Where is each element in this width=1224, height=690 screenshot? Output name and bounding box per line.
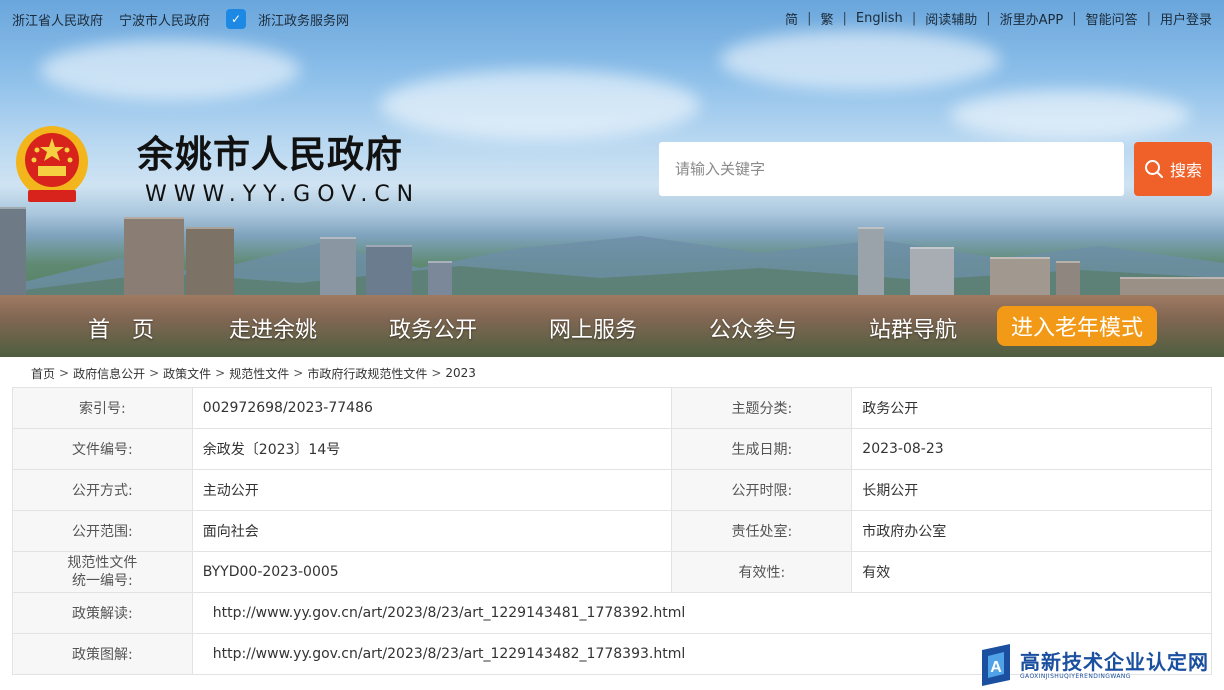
breadcrumb-separator: > <box>215 366 226 380</box>
label-index-no: 索引号: <box>12 387 193 429</box>
cloud <box>950 90 1190 140</box>
table-row: 公开方式: 主动公开 公开时限: 长期公开 <box>12 469 1212 511</box>
site-url: WWW.YY.GOV.CN <box>145 182 421 207</box>
search-button-label: 搜索 <box>1169 161 1202 180</box>
breadcrumb-home[interactable]: 首页 <box>31 365 55 382</box>
value-validity: 有效 <box>851 551 1212 593</box>
link-ningbo-gov[interactable]: 宁波市人民政府 <box>119 10 210 29</box>
divider: | <box>1072 11 1077 26</box>
link-zw-service[interactable]: 浙江政务服务网 <box>258 10 349 29</box>
breadcrumb-policy-docs[interactable]: 政策文件 <box>163 365 211 382</box>
national-emblem-icon <box>16 126 88 202</box>
label-unified-number-line2: 统一编号: <box>72 573 133 589</box>
label-disclosure-scope: 公开范围: <box>12 510 193 552</box>
breadcrumb-year[interactable]: 2023 <box>445 366 476 380</box>
link-smart-qa[interactable]: 智能问答 <box>1086 9 1138 28</box>
link-traditional[interactable]: 繁 <box>820 9 833 28</box>
link-user-login[interactable]: 用户登录 <box>1160 9 1212 28</box>
elder-mode-button[interactable]: 进入老年模式 <box>997 306 1157 346</box>
nav-site-navigation[interactable]: 站群导航 <box>869 312 957 344</box>
table-row: 索引号: 002972698/2023-77486 主题分类: 政务公开 <box>12 387 1212 429</box>
link-zheliban-app[interactable]: 浙里办APP <box>1000 9 1064 28</box>
label-disclosure-method: 公开方式: <box>12 469 193 511</box>
watermark-pinyin: GAOXINJISHUQIYERENDINGWANG <box>1020 672 1131 680</box>
label-validity: 有效性: <box>671 551 853 593</box>
breadcrumb-separator: > <box>431 366 442 380</box>
value-created-date: 2023-08-23 <box>851 428 1212 470</box>
nav-gov-affairs[interactable]: 政务公开 <box>389 312 477 344</box>
top-bar: 浙江省人民政府 宁波市人民政府 ✓ 浙江政务服务网 简 | 繁 | Englis… <box>0 0 1224 36</box>
breadcrumb-gov-info[interactable]: 政府信息公开 <box>73 365 145 382</box>
search-icon <box>1144 160 1163 178</box>
breadcrumb-separator: > <box>293 366 304 380</box>
label-unified-number: 规范性文件 统一编号: <box>12 551 193 593</box>
breadcrumb: 首页 > 政府信息公开 > 政策文件 > 规范性文件 > 市政府行政规范性文件 > 202… <box>31 364 476 382</box>
link-english[interactable]: English <box>856 11 903 26</box>
label-unified-number-line1: 规范性文件 <box>67 555 138 571</box>
search-input[interactable] <box>659 142 1124 196</box>
breadcrumb-normative-docs[interactable]: 规范性文件 <box>229 365 289 382</box>
link-simplified[interactable]: 简 <box>785 9 798 28</box>
nav-home[interactable]: 首 页 <box>88 312 154 344</box>
watermark-text: 高新技术企业认定网 GAOXINJISHUQIYERENDINGWANG <box>1020 651 1209 680</box>
divider: | <box>842 11 847 26</box>
divider: | <box>807 11 812 26</box>
svg-text:A: A <box>990 659 1002 676</box>
value-disclosure-method: 主动公开 <box>191 469 673 511</box>
value-index-no: 002972698/2023-77486 <box>191 387 673 429</box>
value-doc-number: 余政发〔2023〕14号 <box>191 428 673 470</box>
top-links-left: 浙江省人民政府 宁波市人民政府 ✓ 浙江政务服务网 <box>12 9 365 29</box>
table-row: 文件编号: 余政发〔2023〕14号 生成日期: 2023-08-23 <box>12 428 1212 470</box>
divider: | <box>986 11 991 26</box>
link-zhejiang-gov[interactable]: 浙江省人民政府 <box>12 10 103 29</box>
document-info-table: 索引号: 002972698/2023-77486 主题分类: 政务公开 文件编… <box>12 387 1213 675</box>
table-row: 规范性文件 统一编号: BYYD00-2023-0005 有效性: 有效 <box>12 551 1212 593</box>
label-topic-category: 主题分类: <box>671 387 853 429</box>
link-reading-assist[interactable]: 阅读辅助 <box>925 9 977 28</box>
divider: | <box>911 11 917 26</box>
header-banner: 浙江省人民政府 宁波市人民政府 ✓ 浙江政务服务网 简 | 繁 | Englis… <box>0 0 1224 357</box>
cloud <box>380 70 700 140</box>
nav-about-yuyao[interactable]: 走进余姚 <box>229 312 317 344</box>
policy-interpretation-link[interactable]: http://www.yy.gov.cn/art/2023/8/23/art_1… <box>191 592 1213 634</box>
divider: | <box>1146 11 1151 26</box>
nav-online-services[interactable]: 网上服务 <box>549 312 637 344</box>
value-responsible-office: 市政府办公室 <box>851 510 1212 552</box>
site-title: 余姚市人民政府 <box>137 132 403 176</box>
label-doc-number: 文件编号: <box>12 428 193 470</box>
label-responsible-office: 责任处室: <box>671 510 853 552</box>
breadcrumb-separator: > <box>59 366 70 380</box>
watermark-logo-icon: A <box>982 644 1010 686</box>
label-policy-interpretation: 政策解读: <box>12 592 193 634</box>
breadcrumb-separator: > <box>149 366 160 380</box>
value-disclosure-scope: 面向社会 <box>191 510 673 552</box>
label-policy-illustration: 政策图解: <box>12 633 193 675</box>
table-row: 公开范围: 面向社会 责任处室: 市政府办公室 <box>12 510 1212 552</box>
cloud <box>720 30 1000 90</box>
label-created-date: 生成日期: <box>671 428 853 470</box>
top-links-right: 简 | 繁 | English | 阅读辅助 | 浙里办APP | 智能问答 |… <box>785 9 1212 28</box>
label-disclosure-period: 公开时限: <box>671 469 853 511</box>
cloud <box>40 40 300 100</box>
breadcrumb-city-admin-docs[interactable]: 市政府行政规范性文件 <box>307 365 427 382</box>
watermark-title: 高新技术企业认定网 <box>1020 649 1209 674</box>
search-button[interactable]: 搜索 <box>1134 142 1212 196</box>
search-box <box>659 142 1124 196</box>
zw-service-icon: ✓ <box>226 9 247 29</box>
watermark: A 高新技术企业认定网 GAOXINJISHUQIYERENDINGWANG <box>978 640 1224 690</box>
nav-public-participation[interactable]: 公众参与 <box>709 312 797 344</box>
value-unified-number: BYYD00-2023-0005 <box>191 551 673 593</box>
table-row: 政策解读: http://www.yy.gov.cn/art/2023/8/23… <box>12 592 1213 634</box>
value-topic-category: 政务公开 <box>851 387 1212 429</box>
value-disclosure-period: 长期公开 <box>851 469 1212 511</box>
